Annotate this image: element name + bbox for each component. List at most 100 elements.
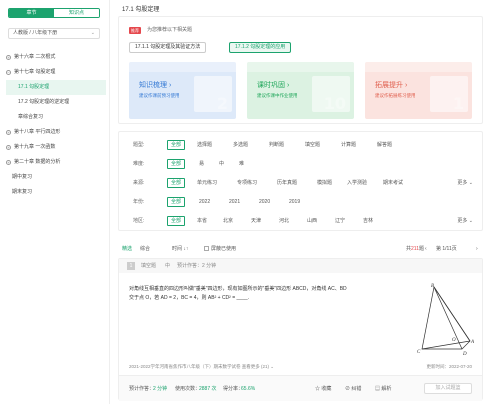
tile-count: 2: [216, 94, 228, 113]
filter-option[interactable]: 入学测验: [347, 178, 367, 188]
filter-option[interactable]: 专项练习: [237, 178, 257, 188]
tree-item-17-1[interactable]: 17.1 勾股定理: [6, 80, 106, 95]
next-page-icon[interactable]: ›: [476, 243, 478, 255]
filter-option[interactable]: 中: [219, 159, 224, 169]
question-source[interactable]: 2021-2022学年河南省焦作市八年级（下）期末数学试卷 查看更多 (21) …: [129, 364, 274, 370]
filter-option[interactable]: 难: [239, 159, 244, 169]
filter-row-difficulty: 难度: 全部 易 中 难: [133, 159, 473, 169]
question-est-time: 预计作答：2 分钟: [177, 263, 217, 269]
expand-icon[interactable]: +: [6, 130, 11, 135]
tile-subtitle: 建议作课前预习使用: [139, 93, 180, 98]
catalog-switch: 章节 知识点: [8, 8, 100, 18]
filter-option[interactable]: 辽宁: [335, 216, 345, 226]
tree-item-label: 17.2 勾股定理的逆定理: [18, 99, 70, 105]
analysis-button[interactable]: ▤ 解析: [375, 384, 391, 394]
filter-option[interactable]: 2019: [289, 197, 300, 207]
tree-item-chapter-17[interactable]: − 第十七章 勾股定理: [6, 65, 106, 80]
question-stem[interactable]: 对角线互相垂直的四边形叫做"垂美"四边形，现有如图所示的"垂美"四边形 ABCD…: [129, 285, 409, 303]
filter-option[interactable]: 历年真题: [277, 178, 297, 188]
sort-time[interactable]: 时间 ↓↑: [172, 243, 188, 255]
shield-used-toggle[interactable]: 屏蔽已使用: [204, 243, 236, 255]
filter-option[interactable]: 选择题: [197, 140, 212, 150]
question-stem-line: 交于点 O，若 AD = 2，BC = 4，则 AB² + CD² = ____…: [129, 295, 250, 301]
tile-extension[interactable]: 拓展提升 › 建议作拓展练习使用 1: [365, 62, 472, 119]
tile-lesson-consolidation[interactable]: 课时巩固 › 建议作课中作业使用 10: [247, 62, 354, 119]
add-to-basket-button[interactable]: 加入试题篮: [424, 383, 472, 394]
tile-title: 课时巩固 ›: [257, 82, 290, 89]
filter-option[interactable]: 北京: [223, 216, 233, 226]
filter-option[interactable]: 易: [199, 159, 204, 169]
filter-option[interactable]: 判断题: [269, 140, 284, 150]
sort-featured[interactable]: 精选: [122, 243, 132, 255]
tab-knowledge[interactable]: 知识点: [54, 9, 99, 17]
tile-knowledge-review[interactable]: 知识梳理 › 建议作课前预习使用 2: [129, 62, 236, 119]
filter-option[interactable]: 解答题: [377, 140, 392, 150]
tree-item-final[interactable]: 期末复习: [6, 185, 106, 200]
filter-option[interactable]: 全部: [167, 178, 186, 188]
tree-item-chapter-18[interactable]: + 第十八章 平行四边形: [6, 125, 106, 140]
tree-item-chapter-20[interactable]: + 第二十章 数据的分析: [6, 155, 106, 170]
tile-title: 知识梳理 ›: [139, 82, 172, 89]
filter-option[interactable]: 天津: [251, 216, 261, 226]
section-chip-2[interactable]: 17.1.2 勾股定理的应用: [229, 42, 292, 53]
total-suffix: 题: [419, 246, 425, 252]
tree-item-label: 第二十章 数据的分析: [14, 159, 61, 165]
point-label-d: D: [462, 352, 467, 357]
filter-option[interactable]: 2022: [199, 197, 210, 207]
tile-band: [129, 62, 236, 72]
tree-item-chapter-review[interactable]: 章综合复习: [6, 110, 106, 125]
textbook-select[interactable]: 人教版 / 八年级下册 ⌄: [8, 28, 100, 39]
filter-option[interactable]: 河北: [279, 216, 289, 226]
footer-time-value: 2 分钟: [153, 386, 168, 392]
filter-label: 地区:: [133, 218, 145, 224]
tree-item-midterm[interactable]: 期中复习: [6, 170, 106, 185]
more-region-dropdown[interactable]: 更多 ⌄: [457, 216, 473, 226]
tab-chapter[interactable]: 章节: [9, 9, 54, 17]
expand-icon[interactable]: +: [6, 145, 11, 150]
collapse-icon[interactable]: −: [6, 70, 11, 75]
total-number: 211: [411, 246, 419, 252]
filter-option[interactable]: 全部: [167, 216, 186, 226]
prev-page-icon[interactable]: ‹: [425, 243, 427, 255]
expand-icon[interactable]: +: [6, 160, 11, 165]
filter-option[interactable]: 全部: [167, 140, 186, 150]
filter-option[interactable]: 山西: [307, 216, 317, 226]
filter-option[interactable]: 计算题: [341, 140, 356, 150]
checkbox-icon[interactable]: [204, 246, 209, 252]
main-content: 17.1 勾股定理 推荐 为您推荐以下相关题 17.1.1 勾股定理及其验证方法…: [118, 0, 483, 404]
filter-row-type: 题型: 全部 选择题 多选题 判断题 填空题 计算题 解答题: [133, 140, 473, 150]
filter-option[interactable]: 全部: [167, 159, 186, 169]
tree-item-label: 第十七章 勾股定理: [14, 69, 56, 75]
filter-option[interactable]: 模拟题: [317, 178, 332, 188]
point-label-a: A: [470, 340, 474, 345]
more-source-dropdown[interactable]: 更多 ⌄: [457, 178, 473, 188]
filter-option[interactable]: 单元练习: [197, 178, 217, 188]
point-label-o: O: [452, 338, 456, 343]
filter-option[interactable]: 本省: [197, 216, 207, 226]
filter-option[interactable]: 多选题: [233, 140, 248, 150]
question-card: 1 填空题 中 预计作答：2 分钟 对角线互相垂直的四边形叫做"垂美"四边形，现…: [118, 258, 483, 401]
filter-option[interactable]: 填空题: [305, 140, 320, 150]
tree-item-label: 章综合复习: [18, 114, 44, 120]
section-chip-1[interactable]: 17.1.1 勾股定理及其验证方法: [129, 42, 207, 53]
question-header: 1 填空题 中 预计作答：2 分钟: [119, 259, 482, 273]
tile-title: 拓展提升 ›: [375, 82, 408, 89]
filter-option[interactable]: 2020: [259, 197, 270, 207]
correct-button[interactable]: ⊘ 纠错: [345, 384, 361, 394]
tile-count: 1: [452, 94, 464, 113]
sort-composite[interactable]: 综合: [140, 243, 150, 255]
collect-button[interactable]: ☆ 收藏: [315, 384, 331, 394]
tree-item-chapter-19[interactable]: + 第十九章 一次函数: [6, 140, 106, 155]
footer-used-value: 2887 次: [199, 386, 217, 392]
expand-icon[interactable]: +: [6, 55, 11, 60]
tree-item-label: 17.1 勾股定理: [18, 84, 50, 90]
tree-item-chapter-16[interactable]: + 第十六章 二次根式: [6, 50, 106, 65]
filter-option[interactable]: 全部: [167, 197, 186, 207]
chevron-down-icon: ⌄: [90, 30, 95, 36]
filter-option[interactable]: 吉林: [363, 216, 373, 226]
tree-item-17-2[interactable]: 17.2 勾股定理的逆定理: [6, 95, 106, 110]
filter-option[interactable]: 2021: [229, 197, 240, 207]
diagonal-bd: [433, 286, 463, 350]
filter-option[interactable]: 期末考试: [383, 178, 403, 188]
shield-used-label: 屏蔽已使用: [211, 246, 237, 252]
